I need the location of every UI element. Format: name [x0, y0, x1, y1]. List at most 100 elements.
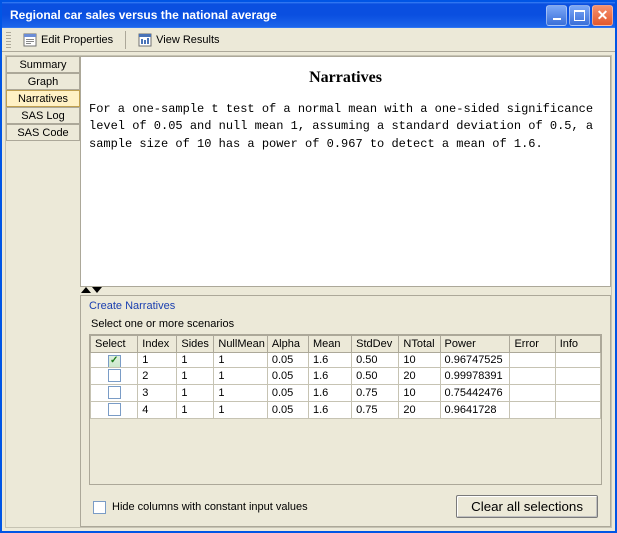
row-checkbox[interactable] [108, 355, 121, 368]
scenario-grid[interactable]: Select Index Sides NullMean Alpha Mean S… [90, 335, 601, 419]
cell-ntotal[interactable]: 20 [399, 402, 440, 419]
toolbar-grip[interactable] [6, 32, 11, 48]
cell-power[interactable]: 0.99978391 [440, 368, 510, 385]
sidebar-tab-sas-code[interactable]: SAS Code [6, 124, 80, 141]
cell-stddev[interactable]: 0.50 [352, 368, 399, 385]
cell-index[interactable]: 4 [138, 402, 177, 419]
minimize-button[interactable] [546, 5, 567, 26]
cell-mean[interactable]: 1.6 [308, 385, 351, 402]
cell-info[interactable] [555, 402, 600, 419]
clear-all-selections-button[interactable]: Clear all selections [456, 495, 598, 518]
bottom-row: Hide columns with constant input values … [89, 495, 602, 518]
cell-index[interactable]: 2 [138, 368, 177, 385]
scenario-grid-wrap[interactable]: Select Index Sides NullMean Alpha Mean S… [89, 334, 602, 485]
cell-alpha[interactable]: 0.05 [267, 402, 308, 419]
cell-power[interactable]: 0.9641728 [440, 402, 510, 419]
create-narratives-subtitle: Select one or more scenarios [91, 318, 602, 330]
properties-icon [23, 33, 37, 47]
hide-columns-checkbox[interactable]: Hide columns with constant input values [93, 500, 308, 513]
cell-mean[interactable]: 1.6 [308, 402, 351, 419]
col-select[interactable]: Select [91, 336, 138, 353]
cell-error[interactable] [510, 368, 555, 385]
cell-ntotal[interactable]: 10 [399, 385, 440, 402]
narrative-heading: Narratives [89, 69, 602, 87]
sidebar-tab-sas-log[interactable]: SAS Log [6, 107, 80, 124]
grid-header-row: Select Index Sides NullMean Alpha Mean S… [91, 336, 601, 353]
cell-ntotal[interactable]: 10 [399, 353, 440, 368]
col-mean[interactable]: Mean [308, 336, 351, 353]
cell-nullmean[interactable]: 1 [214, 402, 267, 419]
narrative-body: For a one-sample t test of a normal mean… [89, 101, 602, 153]
cell-sides[interactable]: 1 [177, 353, 214, 368]
content-area: Summary Table Graph Narratives SAS Log S… [5, 55, 612, 528]
cell-power[interactable]: 0.96747525 [440, 353, 510, 368]
table-row[interactable]: 4110.051.60.75200.9641728 [91, 402, 601, 419]
cell-info[interactable] [555, 368, 600, 385]
row-checkbox[interactable] [108, 386, 121, 399]
col-sides[interactable]: Sides [177, 336, 214, 353]
col-info[interactable]: Info [555, 336, 600, 353]
row-checkbox[interactable] [108, 403, 121, 416]
col-ntotal[interactable]: NTotal [399, 336, 440, 353]
sidebar: Summary Table Graph Narratives SAS Log S… [6, 56, 80, 527]
app-window: Regional car sales versus the national a… [0, 0, 617, 533]
cell-stddev[interactable]: 0.50 [352, 353, 399, 368]
row-select-cell[interactable] [91, 402, 138, 419]
close-button[interactable] [592, 5, 613, 26]
table-row[interactable]: 1110.051.60.50100.96747525 [91, 353, 601, 368]
row-select-cell[interactable] [91, 368, 138, 385]
cell-nullmean[interactable]: 1 [214, 353, 267, 368]
cell-index[interactable]: 3 [138, 385, 177, 402]
cell-error[interactable] [510, 385, 555, 402]
table-row[interactable]: 3110.051.60.75100.75442476 [91, 385, 601, 402]
maximize-button[interactable] [569, 5, 590, 26]
col-power[interactable]: Power [440, 336, 510, 353]
col-stddev[interactable]: StdDev [352, 336, 399, 353]
narrative-panel: Narratives For a one-sample t test of a … [80, 56, 611, 287]
sidebar-tab-narratives[interactable]: Narratives [6, 90, 80, 107]
view-results-button[interactable]: View Results [132, 31, 225, 49]
create-narratives-panel: Create Narratives Select one or more sce… [80, 295, 611, 527]
col-error[interactable]: Error [510, 336, 555, 353]
create-narratives-title: Create Narratives [89, 300, 602, 312]
titlebar[interactable]: Regional car sales versus the national a… [2, 2, 615, 28]
row-checkbox[interactable] [108, 369, 121, 382]
cell-ntotal[interactable]: 20 [399, 368, 440, 385]
splitter[interactable] [80, 287, 611, 295]
cell-index[interactable]: 1 [138, 353, 177, 368]
toolbar: Edit Properties View Results [2, 28, 615, 52]
cell-nullmean[interactable]: 1 [214, 385, 267, 402]
cell-alpha[interactable]: 0.05 [267, 353, 308, 368]
col-nullmean[interactable]: NullMean [214, 336, 267, 353]
toolbar-separator [125, 31, 126, 49]
main-panel: Narratives For a one-sample t test of a … [80, 56, 611, 527]
cell-alpha[interactable]: 0.05 [267, 368, 308, 385]
sidebar-tab-summary-table[interactable]: Summary Table [6, 56, 80, 73]
col-index[interactable]: Index [138, 336, 177, 353]
cell-power[interactable]: 0.75442476 [440, 385, 510, 402]
edit-properties-button[interactable]: Edit Properties [17, 31, 119, 49]
cell-info[interactable] [555, 385, 600, 402]
hide-columns-label: Hide columns with constant input values [112, 501, 308, 513]
cell-sides[interactable]: 1 [177, 385, 214, 402]
cell-stddev[interactable]: 0.75 [352, 385, 399, 402]
cell-sides[interactable]: 1 [177, 368, 214, 385]
cell-stddev[interactable]: 0.75 [352, 402, 399, 419]
window-title: Regional car sales versus the national a… [10, 8, 546, 22]
col-alpha[interactable]: Alpha [267, 336, 308, 353]
cell-error[interactable] [510, 353, 555, 368]
results-icon [138, 33, 152, 47]
grid-empty-area [90, 419, 601, 485]
cell-nullmean[interactable]: 1 [214, 368, 267, 385]
cell-sides[interactable]: 1 [177, 402, 214, 419]
cell-mean[interactable]: 1.6 [308, 353, 351, 368]
cell-error[interactable] [510, 402, 555, 419]
cell-alpha[interactable]: 0.05 [267, 385, 308, 402]
cell-info[interactable] [555, 353, 600, 368]
row-select-cell[interactable] [91, 385, 138, 402]
row-select-cell[interactable] [91, 353, 138, 368]
table-row[interactable]: 2110.051.60.50200.99978391 [91, 368, 601, 385]
cell-mean[interactable]: 1.6 [308, 368, 351, 385]
checkbox-icon[interactable] [93, 501, 106, 514]
sidebar-tab-graph[interactable]: Graph [6, 73, 80, 90]
